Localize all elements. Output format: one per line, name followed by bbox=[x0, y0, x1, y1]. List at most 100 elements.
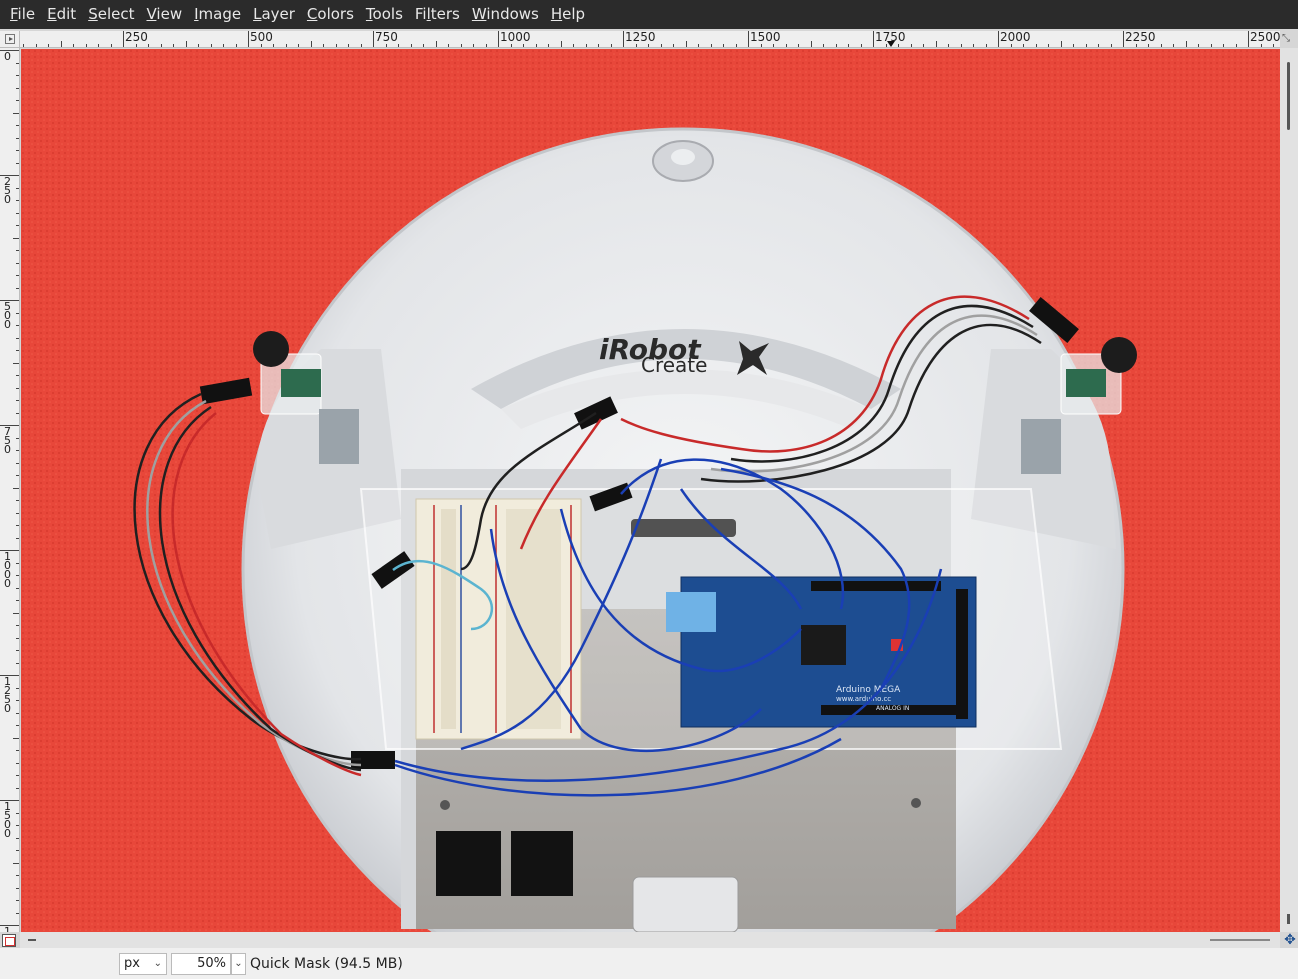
ruler-tick bbox=[835, 44, 837, 47]
ruler-tick bbox=[1160, 44, 1162, 47]
ruler-label: 2000 bbox=[1000, 31, 1031, 44]
velcro-pad-right bbox=[511, 831, 573, 896]
vertical-scrollbar-thumb[interactable] bbox=[1287, 62, 1290, 130]
ruler-corner-menu[interactable] bbox=[0, 31, 20, 48]
ruler-tick bbox=[1073, 44, 1074, 47]
menu-colors[interactable]: Colors bbox=[301, 0, 360, 29]
horizontal-ruler[interactable]: 250 500 750 1000 1250 1500 1750 2000 2250 2500 bbox=[20, 31, 1280, 48]
zoom-dropdown-button[interactable]: ⌄ bbox=[231, 953, 246, 975]
ruler-tick bbox=[16, 812, 19, 814]
menu-filters[interactable]: Filters bbox=[409, 0, 466, 29]
ruler-tick bbox=[16, 400, 19, 401]
bay-latch bbox=[632, 876, 739, 932]
ruler-label: 1500 bbox=[750, 31, 781, 44]
menu-image[interactable]: Image bbox=[188, 0, 247, 29]
menu-edit[interactable]: Edit bbox=[41, 0, 82, 29]
ruler-tick bbox=[23, 44, 24, 47]
create-logo-text: Create bbox=[641, 353, 707, 377]
ruler-label: 1500 bbox=[4, 800, 11, 840]
ruler-tick bbox=[960, 44, 962, 47]
ruler-tick bbox=[16, 750, 19, 751]
ruler-tick bbox=[16, 187, 19, 189]
ruler-tick bbox=[16, 875, 19, 876]
velcro-pad-left bbox=[436, 831, 501, 896]
ruler-tick bbox=[223, 44, 224, 47]
ruler-tick bbox=[16, 262, 19, 264]
ruler-tick bbox=[1198, 44, 1199, 47]
horizontal-scrollbar-thumb[interactable] bbox=[28, 939, 36, 941]
ruler-tick bbox=[573, 44, 574, 47]
ruler-tick bbox=[1035, 44, 1037, 47]
ruler-tick bbox=[998, 31, 999, 47]
ruler-tick bbox=[473, 44, 474, 47]
ruler-tick bbox=[335, 44, 337, 47]
ruler-tick bbox=[16, 500, 19, 501]
ruler-tick bbox=[13, 237, 19, 239]
menu-layer[interactable]: Layer bbox=[247, 0, 301, 29]
ruler-tick bbox=[16, 275, 19, 276]
navigate-image-icon[interactable]: ✥ bbox=[1283, 933, 1297, 947]
ruler-tick bbox=[16, 562, 19, 564]
ruler-tick bbox=[548, 44, 549, 47]
ruler-tick bbox=[498, 31, 499, 47]
ruler-tick bbox=[723, 44, 724, 47]
ruler-tick bbox=[198, 44, 199, 47]
menu-select[interactable]: Select bbox=[82, 0, 140, 29]
ruler-tick bbox=[1223, 44, 1224, 47]
vertical-ruler[interactable]: 0 250 500 750 1000 1250 1500 1 bbox=[0, 48, 20, 932]
ruler-tick bbox=[16, 412, 19, 414]
ruler-tick bbox=[173, 44, 174, 47]
ruler-tick bbox=[185, 41, 187, 47]
image-canvas[interactable]: iRobot Create Arduino MEGA www.arduino.c… bbox=[21, 49, 1280, 932]
ruler-tick bbox=[16, 387, 19, 389]
ruler-tick bbox=[673, 44, 674, 47]
ruler-tick bbox=[16, 212, 19, 214]
ruler-tick bbox=[973, 44, 974, 47]
ruler-tick bbox=[948, 44, 949, 47]
ruler-tick bbox=[16, 587, 19, 589]
menu-file[interactable]: File bbox=[4, 0, 41, 29]
ruler-menu-icon[interactable] bbox=[5, 34, 15, 44]
ruler-tick bbox=[16, 125, 19, 126]
ruler-label: 1250 bbox=[625, 31, 656, 44]
ruler-label: 500 bbox=[250, 31, 273, 44]
right-bracket-metal bbox=[1021, 419, 1061, 474]
zoom-image-when-window-size-changes-icon[interactable]: ⤡ bbox=[1282, 33, 1295, 45]
vertical-scrollbar-end bbox=[1287, 914, 1290, 924]
ruler-tick bbox=[985, 44, 987, 47]
ruler-tick bbox=[485, 44, 487, 47]
ruler-tick bbox=[698, 44, 699, 47]
ruler-tick bbox=[1185, 41, 1187, 47]
ruler-tick bbox=[13, 487, 19, 489]
ruler-tick bbox=[798, 44, 799, 47]
ruler-tick bbox=[16, 62, 19, 64]
chevron-down-icon: ⌄ bbox=[153, 958, 162, 969]
menu-help[interactable]: Help bbox=[545, 0, 591, 29]
zoom-field[interactable]: 50% bbox=[171, 953, 231, 975]
ruler-tick bbox=[13, 612, 19, 614]
ruler-tick bbox=[685, 41, 687, 47]
unit-select[interactable]: px ⌄ bbox=[119, 953, 167, 975]
ruler-tick bbox=[810, 41, 812, 47]
menu-tools[interactable]: Tools bbox=[360, 0, 409, 29]
ruler-tick bbox=[1060, 41, 1062, 47]
ruler-label: 1 bbox=[4, 925, 11, 932]
ruler-tick bbox=[16, 512, 19, 514]
ruler-tick bbox=[16, 475, 19, 476]
ruler-tick bbox=[585, 44, 587, 47]
quick-mask-toggle-icon[interactable] bbox=[2, 934, 16, 947]
ruler-label: 500 bbox=[4, 300, 11, 331]
menu-view[interactable]: View bbox=[140, 0, 188, 29]
menu-windows[interactable]: Windows bbox=[466, 0, 545, 29]
ruler-tick bbox=[16, 375, 19, 376]
ruler-tick bbox=[660, 44, 662, 47]
ruler-tick bbox=[560, 41, 562, 47]
canvas-image: iRobot Create Arduino MEGA www.arduino.c… bbox=[21, 49, 1280, 932]
ruler-tick bbox=[13, 362, 19, 364]
ruler-tick bbox=[60, 41, 62, 47]
horizontal-scrollbar[interactable] bbox=[20, 932, 1280, 948]
vertical-scrollbar[interactable] bbox=[1280, 48, 1298, 932]
status-message: Quick Mask (94.5 MB) bbox=[250, 956, 403, 972]
zoom-slider[interactable] bbox=[1210, 939, 1270, 941]
ruler-tick bbox=[373, 31, 374, 47]
